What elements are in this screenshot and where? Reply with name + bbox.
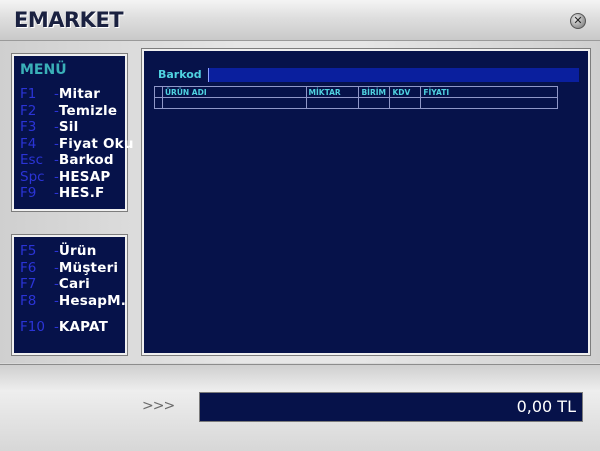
product-grid: ÜRÜN ADI MİKTAR BİRİM KDV FİYATI (154, 86, 558, 109)
menu-item-hesf[interactable]: F9 -HES.F (20, 185, 134, 202)
menu-item-label: Ürün (58, 243, 97, 259)
tab-barkod[interactable]: Barkod (154, 68, 209, 82)
shortcut-key: F7 (20, 276, 37, 292)
menu-item-label: Temizle (58, 102, 118, 119)
menu-item-urun[interactable]: F5 -Ürün (20, 243, 126, 260)
shortcut-key: Esc (20, 152, 43, 168)
menu-item-barkod[interactable]: Esc -Barkod (20, 152, 134, 169)
grid-header-row: ÜRÜN ADI MİKTAR BİRİM KDV FİYATI (154, 86, 558, 98)
row-marker (154, 86, 163, 98)
footer-bar: >>> 0,00 TL (0, 364, 600, 451)
tab-strip: Barkod (154, 68, 579, 82)
content-panel: Barkod ÜRÜN ADI MİKTAR BİRİM KDV FİYATI (141, 48, 591, 356)
menu-item-mitar[interactable]: F1 -Mitar (20, 86, 134, 103)
menu-panel-secondary: F5 -Ürün F6 -Müşteri F7 -Cari F8 -HesapM. F1… (11, 234, 128, 356)
shortcut-key: F5 (20, 243, 37, 259)
column-header-birim[interactable]: BİRİM (358, 86, 391, 98)
cell-birim[interactable] (358, 97, 391, 109)
shortcut-key: F10 (20, 319, 45, 335)
shortcut-key: Spc (20, 168, 45, 185)
shortcut-key: F4 (20, 135, 37, 152)
shortcut-key: F2 (20, 102, 37, 119)
menu-panel-primary: MENÜ F1 -Mitar F2 -Temizle F3 -Sil F4 -Fiyat… (11, 53, 133, 212)
menu-item-cari[interactable]: F7 -Cari (20, 276, 126, 293)
cell-fiyati[interactable] (420, 97, 558, 109)
menu-item-fiyat-oku[interactable]: F4 -Fiyat Oku (20, 136, 134, 153)
shortcut-key: F1 (20, 86, 37, 102)
menu-title: MENÜ (20, 62, 67, 78)
menu-list-secondary: F5 -Ürün F6 -Müşteri F7 -Cari F8 -HesapM. F1… (20, 243, 126, 336)
main-area: MENÜ F1 -Mitar F2 -Temizle F3 -Sil F4 -Fiyat… (0, 41, 600, 363)
menu-item-label: Barkod (58, 152, 114, 168)
menu-item-temizle[interactable]: F2 -Temizle (20, 103, 134, 120)
menu-item-label: Müşteri (58, 259, 119, 276)
column-header-miktar[interactable]: MİKTAR (305, 86, 360, 98)
total-display: 0,00 TL (199, 392, 583, 422)
menu-list-primary: F1 -Mitar F2 -Temizle F3 -Sil F4 -Fiyat Oku … (20, 86, 134, 202)
menu-item-hesap[interactable]: Spc -HESAP (20, 169, 134, 186)
menu-item-hesapm[interactable]: F8 -HesapM. (20, 293, 126, 310)
shortcut-key: F3 (20, 119, 37, 135)
menu-item-label: Sil (58, 119, 79, 135)
menu-item-label: HesapM. (58, 292, 127, 309)
app-title: EMARKET (14, 8, 124, 32)
title-bar: EMARKET ✕ (0, 0, 600, 41)
cell-miktar[interactable] (305, 97, 360, 109)
menu-item-label: HESAP (58, 168, 111, 185)
menu-item-label: Mitar (58, 86, 101, 102)
shortcut-key: F8 (20, 292, 37, 309)
cell-urun-adi[interactable] (161, 97, 307, 109)
shortcut-key: F6 (20, 259, 37, 276)
menu-item-sil[interactable]: F3 -Sil (20, 119, 134, 136)
triple-chevron-icon: >>> (142, 398, 175, 414)
menu-item-label: HES.F (58, 185, 105, 201)
menu-item-musteri[interactable]: F6 -Müşteri (20, 260, 126, 277)
menu-item-label: Fiyat Oku (58, 135, 134, 152)
menu-item-label: Cari (58, 276, 90, 292)
column-header-kdv[interactable]: KDV (389, 86, 422, 98)
close-icon[interactable]: ✕ (570, 13, 586, 29)
column-header-fiyati[interactable]: FİYATI (420, 86, 558, 98)
total-amount: 0,00 TL (516, 397, 576, 416)
column-header-urun-adi[interactable]: ÜRÜN ADI (161, 86, 307, 98)
row-marker (154, 97, 163, 109)
menu-item-kapat[interactable]: F10 -KAPAT (20, 319, 126, 336)
menu-item-label: KAPAT (58, 319, 109, 335)
table-row[interactable] (154, 97, 558, 109)
cell-kdv[interactable] (389, 97, 422, 109)
shortcut-key: F9 (20, 185, 37, 201)
